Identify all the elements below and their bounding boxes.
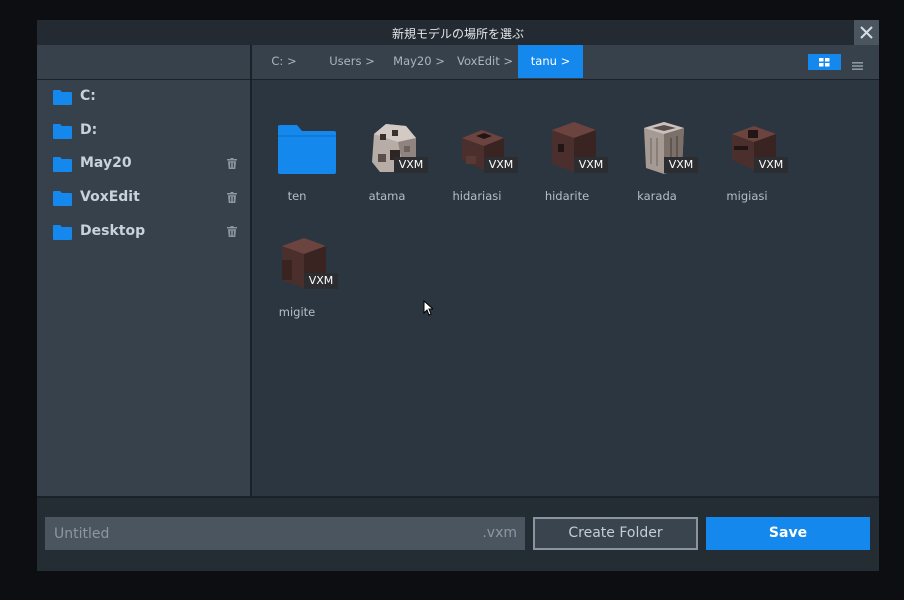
folder-icon (53, 124, 72, 139)
sidebar-item-label: D: (80, 122, 98, 138)
trash-icon[interactable] (227, 158, 237, 169)
folder-icon (278, 125, 336, 174)
file-item-hidariasi[interactable]: VXM hidariasi (432, 120, 522, 220)
mouse-cursor-icon (423, 300, 433, 316)
file-item-migiasi[interactable]: VXM migiasi (702, 120, 792, 220)
sidebar-item-voxedit[interactable]: VoxEdit (37, 183, 250, 213)
save-button[interactable]: Save (706, 517, 870, 550)
footer: .vxm Create Folder Save (37, 498, 879, 571)
sidebar-item-label: Desktop (80, 223, 146, 239)
breadcrumb: C: > Users > May20 > VoxEdit > tanu > (251, 45, 879, 80)
file-browser: ten VXM atama VXM hidariasi VXM hidarite… (252, 80, 879, 496)
sidebar-item-may20[interactable]: May20 (37, 149, 250, 179)
file-type-badge: VXM (754, 157, 788, 173)
sidebar-item-label: C: (80, 88, 96, 104)
save-dialog: 新規モデルの場所を選ぶ C: > Users > May20 > VoxEdit… (37, 20, 879, 571)
sidebar-item-desktop[interactable]: Desktop (37, 217, 250, 247)
breadcrumb-users[interactable]: Users > (323, 45, 381, 78)
trash-icon[interactable] (227, 192, 237, 203)
file-name: migiasi (726, 189, 768, 203)
breadcrumb-may20[interactable]: May20 > (389, 45, 449, 78)
file-item-ten[interactable]: ten (252, 120, 342, 220)
voxel-right-hand-model-icon (282, 238, 326, 288)
list-icon (852, 62, 863, 70)
folder-icon (53, 191, 72, 206)
file-name: hidariasi (452, 189, 502, 203)
file-item-migite[interactable]: VXM migite (252, 236, 342, 336)
file-type-badge: VXM (664, 157, 698, 173)
folder-icon (53, 157, 72, 172)
voxel-left-hand-model-icon (552, 122, 596, 172)
sidebar: C: D: May20 VoxEdit Desktop (37, 80, 250, 496)
sidebar-item-label: May20 (80, 155, 132, 171)
file-item-atama[interactable]: VXM atama (342, 120, 432, 220)
list-view-button[interactable] (852, 56, 864, 70)
file-name: hidarite (544, 189, 590, 203)
trash-icon[interactable] (227, 226, 237, 237)
breadcrumb-voxedit[interactable]: VoxEdit > (453, 45, 517, 78)
breadcrumb-c[interactable]: C: > (259, 45, 309, 78)
filename-field[interactable]: .vxm (45, 517, 525, 550)
close-icon (860, 26, 873, 39)
breadcrumb-tanu[interactable]: tanu > (518, 45, 583, 78)
file-item-karada[interactable]: VXM karada (612, 120, 702, 220)
close-button[interactable] (854, 20, 879, 45)
file-type-badge: VXM (574, 157, 608, 173)
file-extension: .vxm (482, 525, 517, 541)
folder-icon (53, 225, 72, 240)
file-name: migite (278, 305, 316, 319)
file-item-hidarite[interactable]: VXM hidarite (522, 120, 612, 220)
voxel-left-leg-model-icon (462, 130, 504, 170)
create-folder-button[interactable]: Create Folder (533, 517, 698, 550)
dialog-title: 新規モデルの場所を選ぶ (391, 27, 524, 41)
file-name: atama (368, 189, 406, 203)
file-name: karada (637, 189, 677, 203)
file-name: ten (287, 189, 307, 203)
sidebar-item-d[interactable]: D: (37, 116, 250, 146)
file-type-badge: VXM (304, 273, 338, 289)
file-type-badge: VXM (394, 157, 428, 173)
sidebar-item-label: VoxEdit (80, 189, 140, 205)
file-type-badge: VXM (484, 157, 518, 173)
filename-input[interactable] (45, 517, 465, 550)
voxel-right-leg-model-icon (732, 126, 776, 170)
folder-icon (53, 90, 72, 105)
grid-view-button[interactable] (808, 54, 841, 70)
grid-icon (819, 57, 830, 66)
sidebar-item-c[interactable]: C: (37, 82, 250, 112)
voxel-head-model-icon (372, 124, 416, 172)
voxel-body-model-icon (644, 122, 684, 174)
sidebar-header (37, 45, 251, 80)
title-bar: 新規モデルの場所を選ぶ (37, 20, 879, 45)
